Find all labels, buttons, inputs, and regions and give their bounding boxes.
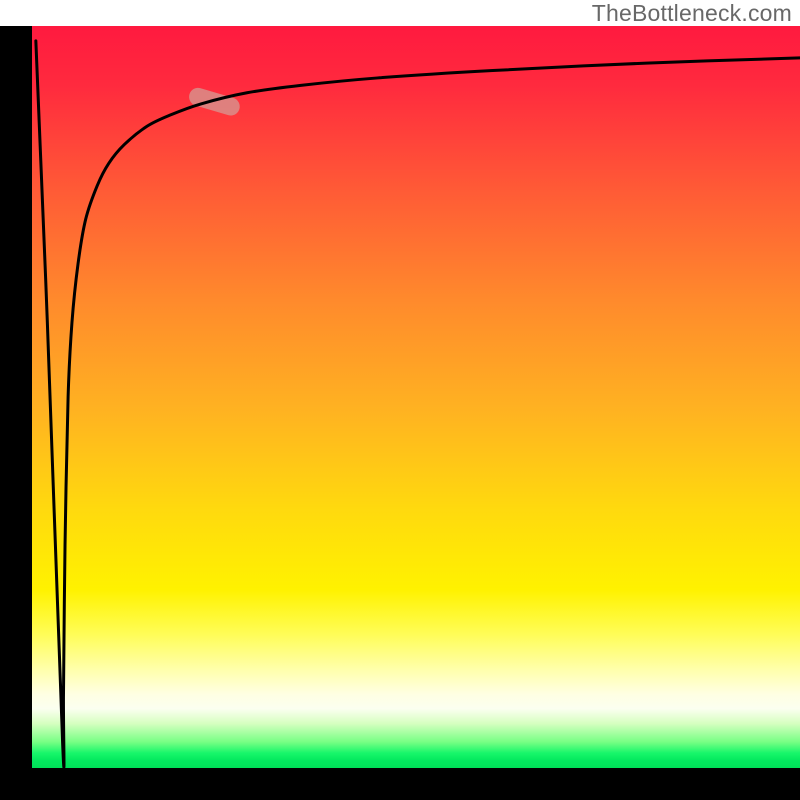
- plot-area: [32, 26, 800, 768]
- plot-frame: [0, 26, 800, 800]
- watermark-text: TheBottleneck.com: [592, 0, 792, 27]
- series-curve: [36, 41, 800, 767]
- chart-wrap: TheBottleneck.com: [0, 0, 800, 800]
- curve-layer: [32, 26, 800, 768]
